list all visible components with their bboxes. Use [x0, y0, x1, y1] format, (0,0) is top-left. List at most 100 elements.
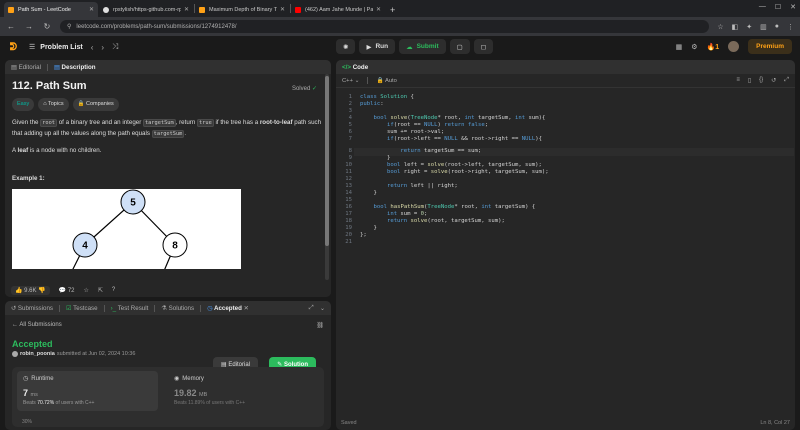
tree-diagram: 5 4 8 — [72, 189, 188, 269]
problem-list-button[interactable]: ☰ Problem List — [29, 43, 83, 52]
editor-status-bar: Saved Ln 8, Col 27 — [336, 416, 795, 430]
run-button[interactable]: ▶ Run — [359, 39, 396, 54]
extensions-puzzle-icon[interactable]: ✦ — [746, 23, 752, 31]
sidebar-icon[interactable]: ▥ — [760, 23, 767, 31]
debug-button[interactable]: ✺ — [336, 39, 356, 54]
description-panel: ▤ Editorial ▤ Description 112. Path Sum … — [5, 60, 331, 297]
code-line: bool hasPathSum(TreeNode* root, int targ… — [373, 204, 536, 210]
toolbar-separator — [367, 77, 369, 84]
avatar[interactable] — [728, 41, 740, 52]
prev-problem-icon[interactable]: ‹ — [91, 43, 94, 52]
save-status: Saved — [341, 420, 357, 426]
minimize-icon[interactable]: — — [759, 3, 766, 11]
autosave-toggle[interactable]: 🔒 Auto — [376, 78, 396, 84]
favorite-star-icon[interactable]: ☆ — [84, 287, 89, 294]
scrollbar-thumb[interactable] — [325, 76, 329, 246]
help-icon[interactable]: ? — [112, 287, 115, 293]
code-line: if(root == NULL) return false; — [386, 122, 489, 128]
new-tab-icon[interactable]: + — [390, 5, 395, 15]
tab-solutions[interactable]: ⚗ Solutions — [161, 305, 194, 312]
browser-tab-strip: Path Sum - LeetCode ✕ rpstylish/https-gi… — [0, 0, 800, 17]
editor-tools: ≡ ▯ {} ↺ ⤢ — [736, 77, 789, 84]
notes-button[interactable]: ▢ — [449, 39, 470, 54]
runtime-card[interactable]: ◷ Runtime 7 ms Beats 70.72% of users with… — [17, 371, 158, 411]
settings-gear-icon[interactable]: ⚙ — [691, 43, 697, 51]
submit-button[interactable]: ☁ Submit — [399, 39, 446, 54]
next-problem-icon[interactable]: › — [101, 43, 104, 52]
tab-test-result[interactable]: ›_ Test Result — [111, 305, 149, 312]
companies-button[interactable]: 🔒 Companies — [72, 97, 119, 111]
cloud-upload-icon: ☁ — [406, 43, 413, 51]
tab-separator — [59, 304, 60, 312]
line-number: 1 — [348, 94, 352, 100]
code-line: return left || right; — [386, 183, 458, 189]
tab-description[interactable]: ▤ Description — [54, 64, 96, 71]
back-icon[interactable]: ← — [6, 22, 16, 31]
browser-tab-path-sum[interactable]: Path Sum - LeetCode ✕ — [4, 2, 98, 17]
memory-card[interactable]: ◉ Memory 19.82 MB Beats 11.89% of users w… — [168, 371, 309, 411]
forward-icon[interactable]: → — [24, 22, 34, 31]
tab-accepted[interactable]: ◷ Accepted ✕ — [207, 305, 249, 312]
tab-testcase[interactable]: ☑ Testcase — [66, 305, 98, 312]
browser-tab-github[interactable]: rpstylish/https-github.com-rpst ✕ — [99, 2, 193, 17]
close-tab-icon[interactable]: ✕ — [376, 6, 381, 13]
reset-icon[interactable]: ↺ — [771, 77, 776, 84]
close-window-icon[interactable]: ✕ — [790, 3, 796, 11]
difficulty-badge: Easy — [12, 97, 35, 111]
topics-button[interactable]: ⌂ Topics — [38, 97, 69, 111]
code-line: bool left = solve(root->left, targetSum,… — [386, 162, 542, 168]
close-tab-icon[interactable]: ✕ — [184, 6, 189, 13]
language-select[interactable]: C++ ⌄ — [342, 78, 359, 84]
site-info-icon[interactable]: ⚲ — [67, 23, 71, 30]
all-submissions-link[interactable]: ← All Submissions ⛓ — [12, 322, 324, 329]
clock-icon: ◷ — [23, 376, 29, 382]
check-circle-icon: ✓ — [311, 86, 317, 92]
close-tab-icon[interactable]: ✕ — [244, 305, 249, 312]
format-icon[interactable]: ≡ — [736, 77, 740, 84]
code-line: sum += root->val; — [360, 129, 445, 135]
tab-code[interactable]: </> Code — [342, 64, 368, 71]
leetcode-favicon-icon — [8, 6, 14, 13]
url-input[interactable]: ⚲ leetcode.com/problems/path-sum/submiss… — [60, 20, 710, 33]
line-number: 21 — [345, 239, 352, 245]
braces-icon[interactable]: {} — [759, 77, 763, 84]
maximize-panel-icon[interactable]: ⤢ — [309, 304, 314, 312]
fullscreen-icon[interactable]: ⤢ — [784, 77, 789, 84]
reload-icon[interactable]: ↻ — [42, 22, 52, 31]
link-icon[interactable]: ⛓ — [316, 322, 324, 329]
browser-tab-youtube[interactable]: (462) Aam Jahe Munde | Parmi ✕ — [291, 2, 385, 17]
maximize-icon[interactable]: ☐ — [775, 3, 781, 11]
star-bookmark-icon[interactable]: ☆ — [717, 23, 723, 31]
extension-icon[interactable]: ◧ — [732, 23, 739, 31]
inline-code: true — [197, 119, 214, 127]
tab-editorial[interactable]: ▤ Editorial — [11, 64, 41, 71]
comments-button[interactable]: 💬 72 — [59, 287, 75, 294]
close-tab-icon[interactable]: ✕ — [280, 6, 285, 13]
streak-counter[interactable]: 🔥1 — [707, 43, 720, 51]
premium-button[interactable]: Premium — [748, 39, 792, 54]
example-tree-image: 5 4 8 — [12, 189, 241, 269]
browser-menu-icon[interactable]: ⋮ — [787, 23, 794, 31]
close-tab-icon[interactable]: ✕ — [89, 6, 94, 13]
cursor-position: Ln 8, Col 27 — [760, 420, 790, 426]
line-number: 6 — [348, 129, 352, 135]
tree-node-label: 4 — [82, 241, 88, 252]
bookmark-icon[interactable]: ▯ — [748, 77, 751, 84]
layout-icon[interactable]: ▦ — [676, 43, 683, 51]
thumbs-down-icon[interactable]: 👎 — [38, 288, 45, 294]
like-button[interactable]: 👍 9.6K 👎 — [11, 285, 50, 295]
chat-button[interactable]: ◻ — [473, 39, 494, 54]
leetcode-logo-icon[interactable]: ᕲ — [8, 42, 19, 53]
tab-separator — [200, 304, 202, 312]
tab-separator — [103, 304, 105, 312]
share-icon[interactable]: ⇱ — [98, 287, 103, 294]
collapse-panel-icon[interactable]: ⌄ — [320, 305, 325, 312]
code-editor[interactable]: 1 class Solution { 2 public: 3 4 bool so… — [336, 90, 795, 410]
browser-tab-max-depth[interactable]: Maximum Depth of Binary Tree ✕ — [195, 2, 289, 17]
shuffle-icon[interactable]: ⤨ — [112, 42, 118, 52]
checkbox-icon: ☑ — [66, 304, 72, 312]
username[interactable]: robin_poonia — [20, 351, 55, 357]
profile-icon[interactable]: ● — [775, 23, 779, 30]
problem-tags: Easy ⌂ Topics 🔒 Companies — [12, 97, 324, 111]
tab-submissions[interactable]: ↺ Submissions — [11, 305, 53, 312]
